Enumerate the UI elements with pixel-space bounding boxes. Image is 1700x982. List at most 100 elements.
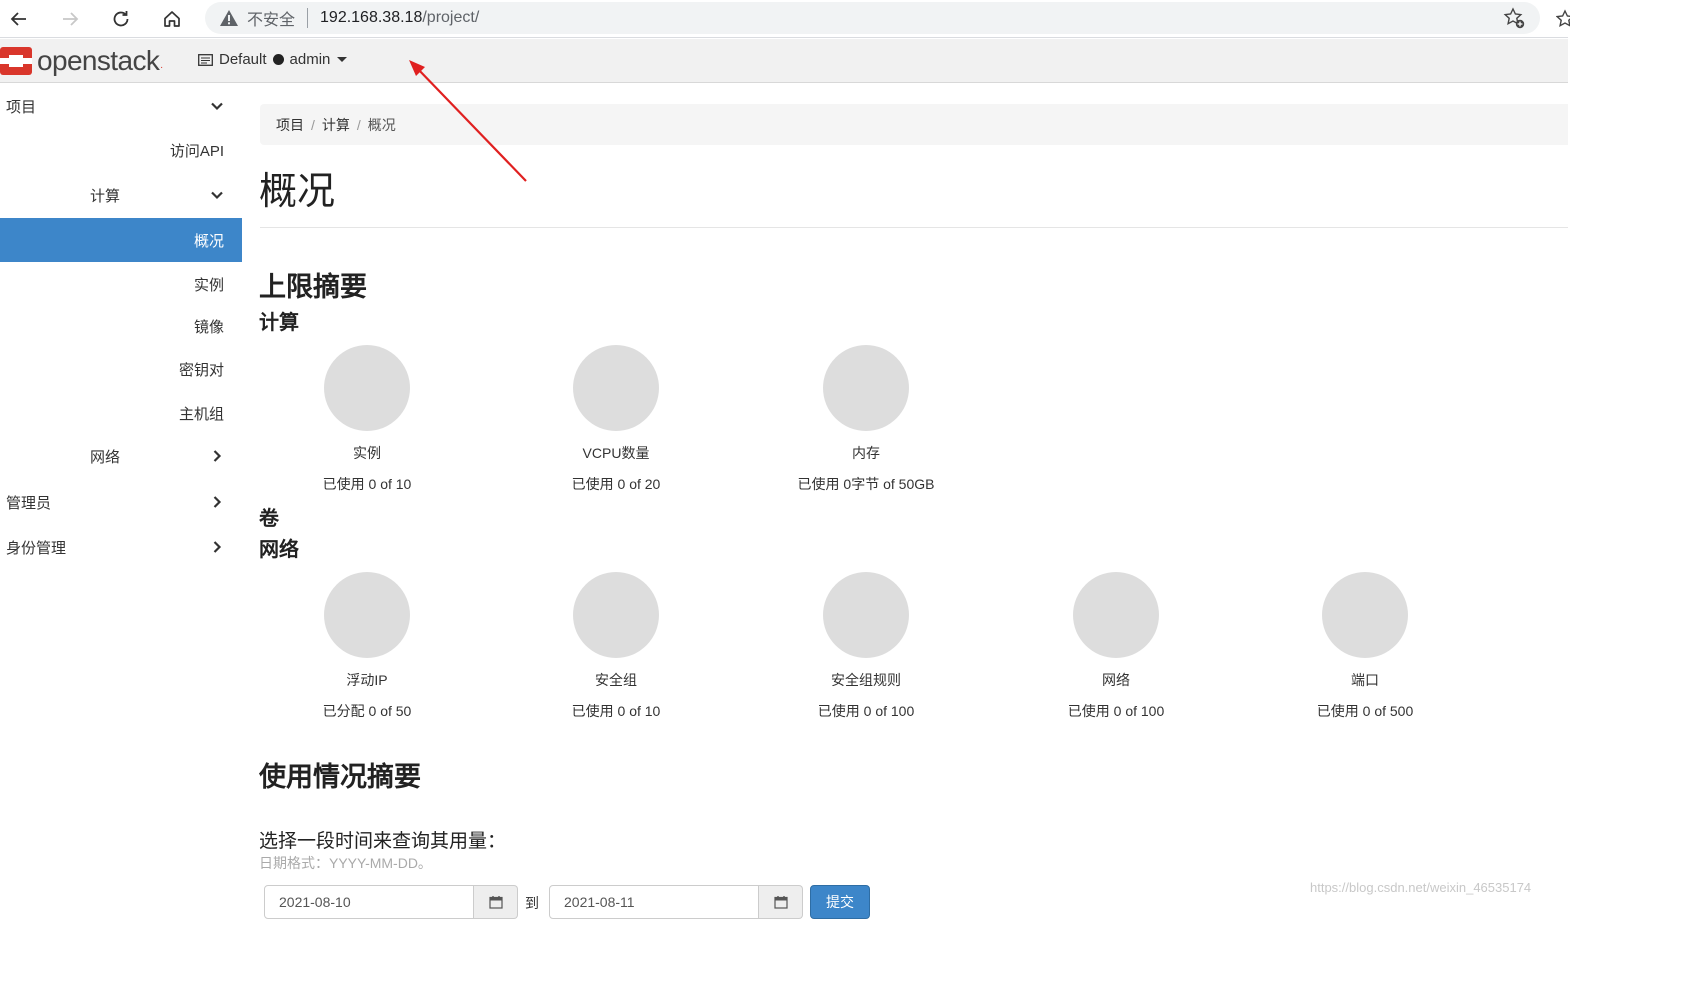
quota-name: 端口 xyxy=(1351,672,1379,688)
quota-pie xyxy=(823,345,909,431)
project-name: admin xyxy=(289,51,331,68)
home-button[interactable] xyxy=(157,4,187,34)
reload-button[interactable] xyxy=(106,4,136,34)
breadcrumb-separator: / xyxy=(356,116,361,133)
openstack-logo[interactable]: openstack . xyxy=(0,43,163,79)
warning-icon xyxy=(220,10,238,26)
sidebar-item-label: 密钥对 xyxy=(178,361,224,379)
quota-chart-ports: 端口 已使用 0 of 500 xyxy=(1240,572,1490,721)
caret-down-icon xyxy=(337,57,348,62)
quota-pie xyxy=(324,345,410,431)
watermark: https://blog.csdn.net/weixin_46535174 xyxy=(1310,880,1532,895)
quota-chart-floating-ips: 浮动IP 已分配 0 of 50 xyxy=(242,572,492,721)
quota-pie xyxy=(1322,572,1408,658)
project-bullet-icon xyxy=(272,54,284,65)
compute-heading: 计算 xyxy=(259,312,299,334)
date-range-to-label: 到 xyxy=(525,895,539,911)
chevron-right-icon xyxy=(213,450,222,462)
logo-mark: . xyxy=(160,60,164,71)
quota-pie xyxy=(324,572,410,658)
back-button[interactable] xyxy=(4,4,34,34)
sidebar-item-label: 身份管理 xyxy=(6,539,67,557)
volume-heading: 卷 xyxy=(259,508,279,530)
sidebar-item-key-pairs[interactable]: 密钥对 xyxy=(0,347,242,391)
sidebar-item-compute[interactable]: 计算 xyxy=(0,173,242,217)
sidebar-item-api-access[interactable]: 访问API xyxy=(0,128,242,172)
sidebar-item-project[interactable]: 项目 xyxy=(0,84,242,128)
sidebar-item-images[interactable]: 镜像 xyxy=(0,304,242,348)
openstack-logo-icon xyxy=(0,47,32,75)
sidebar-item-label: 计算 xyxy=(90,187,121,205)
calendar-icon xyxy=(773,896,788,909)
sidebar: 项目 访问API 计算 概况 实例 镜像 密钥对 主机组 网络 管理员 身份管理 xyxy=(0,84,242,906)
sidebar-item-label: 管理员 xyxy=(6,494,52,512)
breadcrumb-separator: / xyxy=(311,116,315,133)
url-host: 192.168.38.18 xyxy=(320,9,423,26)
chevron-down-icon xyxy=(211,191,223,200)
quota-name: 内存 xyxy=(852,445,880,461)
forward-button[interactable] xyxy=(55,4,85,34)
home-icon xyxy=(164,11,180,27)
domain-name: Default xyxy=(219,51,267,68)
query-period-label: 选择一段时间来查询其用量： xyxy=(259,831,507,852)
chevron-right-icon xyxy=(213,541,222,553)
project-selector[interactable]: Default admin xyxy=(198,51,348,68)
add-favorite-icon[interactable] xyxy=(1502,6,1526,30)
arrow-right-icon xyxy=(63,12,79,26)
quota-name: VCPU数量 xyxy=(582,445,650,461)
quota-chart-vcpus: VCPU数量 已使用 0 of 20 xyxy=(491,345,741,494)
usage-summary-heading: 使用情况摘要 xyxy=(259,762,421,792)
submit-button[interactable]: 提交 xyxy=(810,885,870,919)
quota-name: 网络 xyxy=(1102,672,1130,688)
sidebar-item-instances[interactable]: 实例 xyxy=(0,262,242,306)
domain-icon xyxy=(198,53,213,66)
url-path: /project/ xyxy=(422,9,480,26)
breadcrumb-item-compute[interactable]: 计算 xyxy=(322,115,350,135)
openstack-header: openstack . Default admin xyxy=(0,39,1568,83)
sidebar-item-label: 主机组 xyxy=(178,405,224,423)
limit-summary-heading: 上限摘要 xyxy=(259,272,367,302)
sidebar-item-label: 镜像 xyxy=(193,318,224,336)
chevron-down-icon xyxy=(211,102,223,111)
browser-toolbar: 不安全 192.168.38.18/project/ xyxy=(0,0,1570,38)
quota-name: 安全组 xyxy=(595,672,637,688)
start-date-calendar-button[interactable] xyxy=(474,885,518,919)
quota-pie xyxy=(573,572,659,658)
sidebar-item-admin[interactable]: 管理员 xyxy=(0,480,242,524)
end-date-input[interactable] xyxy=(549,885,759,919)
end-date-group xyxy=(549,885,803,919)
quota-usage: 已分配 0 of 50 xyxy=(322,703,412,719)
breadcrumb-item-project[interactable]: 项目 xyxy=(276,115,304,135)
sidebar-item-overview[interactable]: 概况 xyxy=(0,218,242,262)
address-bar[interactable]: 不安全 192.168.38.18/project/ xyxy=(205,2,1540,34)
quota-chart-security-groups: 安全组 已使用 0 of 10 xyxy=(491,572,741,721)
breadcrumb: 项目 / 计算 / 概况 xyxy=(260,104,1568,145)
quota-chart-instances: 实例 已使用 0 of 10 xyxy=(242,345,492,494)
start-date-input[interactable] xyxy=(264,885,474,919)
end-date-calendar-button[interactable] xyxy=(759,885,803,919)
calendar-icon xyxy=(488,896,503,909)
start-date-group xyxy=(264,885,518,919)
sidebar-item-server-groups[interactable]: 主机组 xyxy=(0,391,242,435)
sidebar-item-label: 概况 xyxy=(193,232,224,250)
reload-icon xyxy=(113,11,129,27)
sidebar-item-network[interactable]: 网络 xyxy=(0,434,242,478)
quota-usage: 已使用 0 of 10 xyxy=(322,476,412,492)
address-divider xyxy=(307,8,309,28)
breadcrumb-item-overview: 概况 xyxy=(367,116,396,133)
quota-usage: 已使用 0 of 10 xyxy=(571,703,661,719)
sidebar-item-identity[interactable]: 身份管理 xyxy=(0,525,242,569)
title-divider xyxy=(260,227,1568,228)
quota-name: 浮动IP xyxy=(346,672,388,688)
quota-usage: 已使用 0字节 of 50GB xyxy=(797,476,935,492)
sidebar-item-label: 网络 xyxy=(90,448,121,466)
date-format-help: 日期格式：YYYY-MM-DD。 xyxy=(259,855,432,871)
quota-usage: 已使用 0 of 20 xyxy=(571,476,661,492)
quota-name: 安全组规则 xyxy=(831,672,901,688)
quota-usage: 已使用 0 of 500 xyxy=(1316,703,1414,719)
arrow-left-icon xyxy=(10,12,26,26)
quota-chart-ram: 内存 已使用 0字节 of 50GB xyxy=(741,345,991,494)
chevron-right-icon xyxy=(213,496,222,508)
favorites-icon[interactable] xyxy=(1556,6,1570,30)
network-heading: 网络 xyxy=(259,539,299,561)
